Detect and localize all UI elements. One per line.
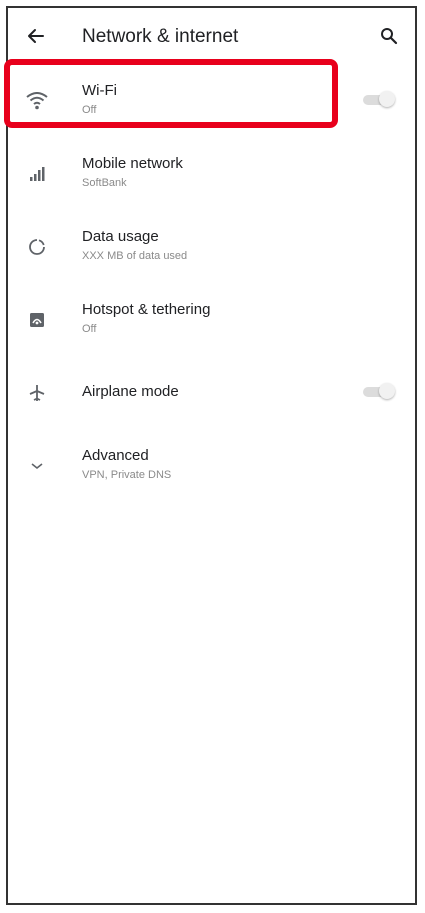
advanced-summary: VPN, Private DNS — [82, 469, 172, 481]
wifi-toggle-thumb — [379, 91, 395, 107]
airplane-mode-row[interactable]: Airplane mode — [8, 356, 415, 428]
advanced-label: Advanced — [82, 447, 149, 464]
chevron-down-icon — [24, 453, 50, 479]
signal-icon — [24, 161, 50, 187]
airplane-toggle-thumb — [379, 383, 395, 399]
airplane-icon — [24, 380, 50, 406]
search-button[interactable] — [375, 22, 403, 50]
app-bar: Network & internet — [8, 8, 415, 64]
airplane-mode-toggle[interactable] — [361, 383, 395, 401]
data-usage-icon — [24, 234, 50, 260]
wifi-toggle[interactable] — [361, 91, 395, 109]
page-title: Network & internet — [82, 26, 239, 47]
arrow-back-icon — [28, 29, 44, 43]
mobile-network-carrier: SoftBank — [82, 177, 127, 189]
hotspot-label: Hotspot & tethering — [82, 301, 211, 318]
wifi-highlight-box — [4, 59, 338, 128]
mobile-network-label: Mobile network — [82, 155, 183, 172]
data-usage-amount: XXX MB of data used — [82, 250, 188, 262]
hotspot-status: Off — [82, 323, 97, 335]
data-usage-row[interactable]: Data usage XXX MB of data used — [8, 210, 415, 282]
airplane-mode-label: Airplane mode — [82, 383, 179, 400]
data-usage-label: Data usage — [82, 228, 159, 245]
mobile-network-row[interactable]: Mobile network SoftBank — [8, 137, 415, 209]
back-button[interactable] — [22, 22, 50, 50]
advanced-row[interactable]: Advanced VPN, Private DNS — [8, 429, 415, 501]
search-icon — [381, 28, 398, 45]
settings-screen: Network & internet Wi-Fi Off Mobile netw… — [6, 6, 417, 905]
hotspot-icon — [24, 307, 50, 333]
hotspot-row[interactable]: Hotspot & tethering Off — [8, 283, 415, 355]
